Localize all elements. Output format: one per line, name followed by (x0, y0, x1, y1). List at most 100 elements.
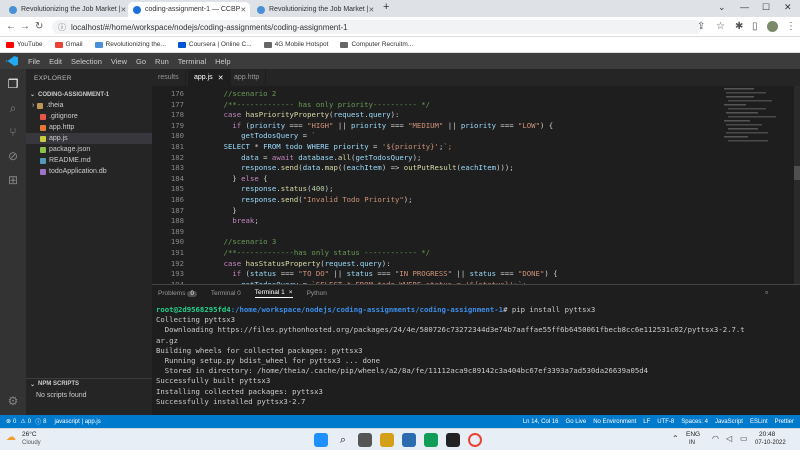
tree-item-theia[interactable]: › .theia (26, 100, 152, 111)
bookmark-gmail[interactable]: Gmail (54, 41, 83, 48)
menu-run[interactable]: Run (155, 57, 169, 66)
menu-edit[interactable]: Edit (49, 57, 62, 66)
code-line[interactable]: /**-------------has only status --------… (206, 248, 431, 259)
bookmark-hotspot[interactable]: 4G Mobile Hotspot (263, 41, 328, 48)
windows-start-icon[interactable] (314, 433, 328, 447)
browser-tab-2[interactable]: coding-assignment-1 — CCBP ✕ (128, 2, 250, 17)
bookmark-recruitment[interactable]: Computer Recruitm... (340, 41, 413, 48)
menu-view[interactable]: View (111, 57, 127, 66)
scrollbar-thumb[interactable] (794, 166, 800, 180)
extensions-icon[interactable]: ⊞ (6, 173, 20, 187)
close-icon[interactable]: ✕ (368, 6, 374, 14)
battery-icon[interactable]: ▭ (740, 434, 748, 443)
go-live-button[interactable]: Go Live (566, 419, 587, 425)
workspace-section-header[interactable]: ⌄ CODING-ASSIGNMENT-1 (26, 89, 152, 100)
tree-item-package-json[interactable]: package.json (26, 144, 152, 155)
profile-avatar[interactable] (767, 21, 778, 32)
app-icon[interactable] (424, 433, 438, 447)
npm-scripts-header[interactable]: ⌄ NPM SCRIPTS (26, 378, 152, 389)
search-icon[interactable]: ⌕ (336, 433, 350, 447)
menu-go[interactable]: Go (136, 57, 146, 66)
language-mode[interactable]: JavaScript (715, 419, 743, 425)
close-icon[interactable]: ✕ (120, 6, 126, 14)
indentation[interactable]: Spaces: 4 (681, 419, 708, 425)
close-icon[interactable]: ✕ (240, 6, 246, 14)
forward-arrow-icon[interactable]: → (20, 21, 30, 32)
code-line[interactable]: if (priority === "HIGH" || priority === … (206, 121, 553, 132)
browser-tab-3[interactable]: Revolutionizing the Job Market | ✕ (252, 2, 374, 17)
close-window-icon[interactable]: ✕ (784, 2, 792, 13)
menu-selection[interactable]: Selection (71, 57, 102, 66)
menu-file[interactable]: File (28, 57, 40, 66)
search-icon[interactable]: ⌕ (6, 101, 20, 115)
panel-tab-terminal-1[interactable]: Terminal 1 × (254, 289, 293, 298)
extensions-puzzle-icon[interactable]: ✱ (735, 21, 743, 32)
cursor-position[interactable]: Ln 14, Col 16 (523, 419, 559, 425)
close-icon[interactable]: × (289, 289, 293, 296)
code-line[interactable]: } (206, 206, 236, 217)
python-environment[interactable]: No Environment (593, 419, 636, 425)
chevron-up-icon[interactable]: ⌃ (672, 434, 679, 443)
settings-gear-icon[interactable]: ⚙ (6, 394, 20, 408)
maximize-panel-icon[interactable]: ▫ (765, 288, 768, 297)
encoding[interactable]: UTF-8 (657, 419, 674, 425)
url-bar[interactable]: ⓘ localhost/#/home/workspace/nodejs/codi… (52, 20, 702, 34)
code-line[interactable]: case hasPriorityProperty(request.query): (206, 110, 400, 121)
panel-tab-terminal-0[interactable]: Terminal 0 (211, 290, 241, 297)
warning-icon[interactable]: ⚠ (20, 418, 25, 425)
code-editor[interactable]: 176 //scenario 2 177 /**------------- has… (152, 86, 800, 284)
editor-tab-app-http[interactable]: app.http (228, 69, 267, 86)
share-icon[interactable]: ⇪ (697, 21, 705, 32)
panel-tab-problems[interactable]: Problems 0 (158, 290, 197, 297)
language-indicator[interactable]: ENG (686, 431, 700, 438)
task-view-icon[interactable] (358, 433, 372, 447)
code-line[interactable]: //scenario 3 (206, 237, 277, 248)
bookmark-coursera[interactable]: Coursera | Online C... (177, 41, 252, 48)
maximize-icon[interactable]: ☐ (762, 2, 770, 13)
reload-icon[interactable]: ↻ (35, 21, 43, 32)
file-language-indicator[interactable]: javascript | app.js (54, 419, 100, 425)
error-icon[interactable]: ⊗ (6, 418, 11, 425)
editor-tab-results[interactable]: results (152, 69, 186, 86)
speaker-icon[interactable]: ◁ (726, 434, 732, 443)
code-line[interactable]: getTodosQuery = ` (206, 131, 316, 142)
menu-help[interactable]: Help (215, 57, 230, 66)
back-arrow-icon[interactable]: ← (6, 21, 16, 32)
code-line[interactable]: //scenario 2 (206, 89, 277, 100)
terminal-output[interactable]: root@2d9568295fd4:/home/workspace/nodejs… (156, 305, 796, 407)
editor-tab-app-js[interactable]: app.js ✕ (188, 69, 231, 86)
chrome-icon[interactable] (468, 433, 482, 447)
code-line[interactable]: } else { (206, 174, 267, 185)
code-line[interactable]: /**------------- has only priority------… (206, 100, 431, 111)
tree-item-app-http[interactable]: app.http (26, 122, 152, 133)
weather-cloud-icon[interactable]: ☁ (6, 432, 16, 443)
prettier-status[interactable]: Prettier (775, 419, 794, 425)
code-line[interactable]: if (status === "TO DO" || status === "IN… (206, 269, 557, 280)
source-control-icon[interactable]: ⑂ (6, 125, 20, 139)
eslint-status[interactable]: ESLint (750, 419, 768, 425)
code-line[interactable]: response.send(data.map((eachItem) => out… (206, 163, 514, 174)
panel-tab-python[interactable]: Python (307, 290, 327, 297)
tree-item-gitignore[interactable]: .gitignore (26, 111, 152, 122)
code-line[interactable]: data = await database.all(getTodosQuery)… (206, 153, 421, 164)
browser-tab-1[interactable]: Revolutionizing the Job Market | ✕ (4, 2, 126, 17)
code-line[interactable]: case hasStatusProperty(request.query): (206, 259, 391, 270)
bookmark-revolutionizing[interactable]: Revolutionizing the... (94, 41, 166, 48)
weather-temperature[interactable]: 26°C (22, 431, 37, 438)
tree-item-app-js[interactable]: app.js (26, 133, 152, 144)
store-icon[interactable] (402, 433, 416, 447)
code-line[interactable]: response.status(400); (206, 184, 333, 195)
terminal-app-icon[interactable] (446, 433, 460, 447)
line-ending[interactable]: LF (643, 419, 650, 425)
minimap[interactable] (720, 86, 780, 284)
code-line[interactable]: break; (206, 216, 258, 227)
tree-item-todoapplication-db[interactable]: todoApplication.db (26, 166, 152, 177)
menu-terminal[interactable]: Terminal (178, 57, 206, 66)
code-line[interactable]: response.send("Invalid Todo Priority"); (206, 195, 412, 206)
info-icon[interactable]: ⓘ (35, 417, 41, 426)
bookmark-youtube[interactable]: YouTube (6, 41, 43, 48)
new-tab-button[interactable]: + (383, 1, 389, 13)
code-line[interactable]: SELECT * FROM todo WHERE priority = '${p… (206, 142, 453, 153)
close-icon[interactable]: ✕ (218, 74, 224, 82)
wifi-icon[interactable]: ◠ (712, 434, 719, 443)
